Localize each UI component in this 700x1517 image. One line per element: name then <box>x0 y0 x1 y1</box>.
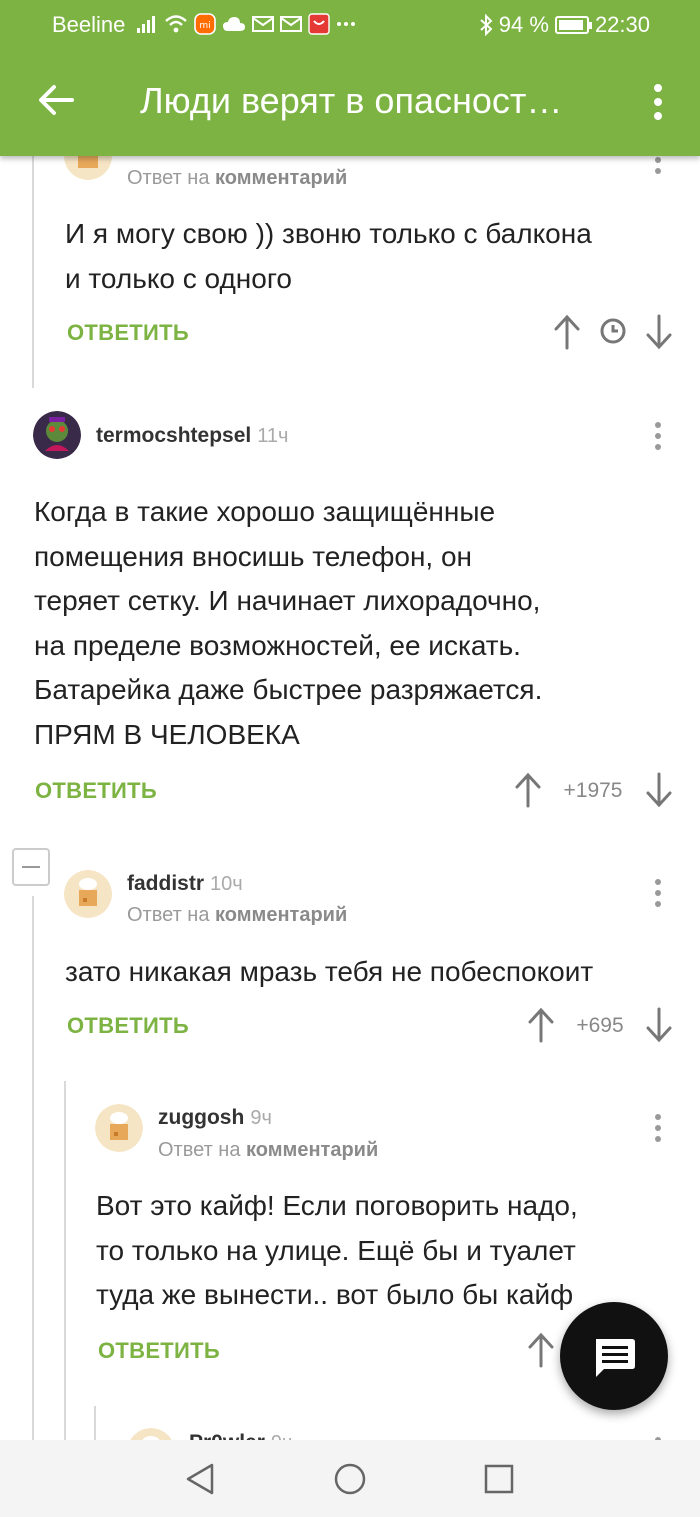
avatar <box>33 411 81 459</box>
reply-to-link[interactable]: комментарий <box>246 1139 378 1161</box>
status-right: 94 % 22:30 <box>479 12 650 38</box>
avatar <box>130 1428 172 1440</box>
comment-time: 9ч <box>271 1432 293 1440</box>
comment-menu-icon[interactable] <box>648 1110 668 1146</box>
mail-icon <box>252 16 274 32</box>
reply-to-link[interactable]: комментарий <box>215 904 347 926</box>
comment-rating: +1975 <box>563 779 623 802</box>
upvote-arrow-icon[interactable] <box>552 314 582 350</box>
clock-icon <box>600 318 626 344</box>
thread-line <box>94 1406 96 1440</box>
comment-text: зато никакая мразь тебя не побеспокоит <box>65 956 594 987</box>
svg-text:mi: mi <box>199 21 210 31</box>
thread-line <box>64 1081 66 1440</box>
new-comment-fab[interactable] <box>560 1302 668 1410</box>
collapse-thread-button[interactable] <box>12 848 50 886</box>
arrow-left-icon[interactable] <box>36 80 76 120</box>
status-bar: Beeline mi 94 % 22:30 <box>0 0 700 48</box>
wifi-icon <box>165 15 187 33</box>
nav-recent-icon[interactable] <box>483 1463 515 1495</box>
reply-button[interactable]: ОТВЕТИТЬ <box>98 1338 220 1364</box>
status-icons: mi <box>136 13 356 35</box>
comments-list[interactable]: Ответ на комментарий И я могу свою )) зв… <box>0 156 700 1440</box>
thread-line <box>32 896 34 1440</box>
battery-icon <box>554 16 592 34</box>
downvote-arrow-icon[interactable] <box>644 772 674 808</box>
comment-text: Когда в такие хорошо защищённые помещени… <box>34 496 543 750</box>
comment-username[interactable]: faddistr 10ч <box>127 872 243 896</box>
more-vert-icon[interactable] <box>640 80 676 124</box>
comment-rating: +695 <box>576 1014 624 1037</box>
avatar <box>64 870 112 918</box>
comment-time: 10ч <box>210 873 243 895</box>
upvote-arrow-icon[interactable] <box>526 1332 556 1368</box>
system-nav-bar <box>0 1440 700 1517</box>
avatar <box>95 1104 143 1152</box>
comment-menu-icon[interactable] <box>648 156 668 178</box>
avatar <box>64 156 112 180</box>
upvote-arrow-icon[interactable] <box>513 772 543 808</box>
comment-time: 9ч <box>250 1107 272 1129</box>
mail-icon-2 <box>280 16 302 32</box>
downvote-arrow-icon[interactable] <box>644 314 674 350</box>
cloud-icon <box>223 17 245 31</box>
nav-home-icon[interactable] <box>333 1462 367 1496</box>
more-notifications-icon <box>337 22 355 26</box>
comment-time: 11ч <box>257 425 289 447</box>
reply-to-label: Ответ на комментарий <box>158 1139 379 1161</box>
signal-icon <box>137 16 155 33</box>
battery-percent: 94 % <box>498 12 549 37</box>
reply-to-label: Ответ на комментарий <box>127 167 348 189</box>
battery-fill <box>558 20 583 30</box>
comment-text: Вот это кайф! Если поговорить надо, то т… <box>96 1190 578 1310</box>
nav-back-icon[interactable] <box>184 1462 216 1496</box>
comment-menu-icon[interactable] <box>648 1433 668 1440</box>
page-title: Люди верят в опасност… <box>140 80 563 121</box>
comment-username[interactable]: termocshtepsel 11ч <box>96 424 288 448</box>
reply-to-link[interactable]: комментарий <box>215 167 347 189</box>
reply-button[interactable]: ОТВЕТИТЬ <box>67 320 189 346</box>
app-bar: Beeline mi 94 % 22:30 Люди верят в опасн… <box>0 0 700 156</box>
comment-username[interactable]: Pr0wler9ч <box>189 1431 292 1440</box>
comment-icon <box>596 1339 635 1377</box>
comment-menu-icon[interactable] <box>648 418 668 454</box>
reply-to-label: Ответ на комментарий <box>127 904 348 926</box>
carrier-name: Beeline <box>52 12 126 37</box>
reply-button[interactable]: ОТВЕТИТЬ <box>67 1013 189 1039</box>
thread-line <box>32 156 34 388</box>
reply-button[interactable]: ОТВЕТИТЬ <box>35 778 157 804</box>
clock: 22:30 <box>594 12 650 37</box>
aliexpress-icon <box>308 13 330 35</box>
comment-username[interactable]: zuggosh 9ч <box>158 1106 272 1130</box>
comment-text: И я могу свою )) звоню только с балкона … <box>65 218 592 294</box>
bluetooth-icon <box>480 14 493 36</box>
mi-app-icon: mi <box>194 13 216 35</box>
downvote-arrow-icon[interactable] <box>644 1007 674 1043</box>
comment-menu-icon[interactable] <box>648 875 668 911</box>
upvote-arrow-icon[interactable] <box>526 1007 556 1043</box>
